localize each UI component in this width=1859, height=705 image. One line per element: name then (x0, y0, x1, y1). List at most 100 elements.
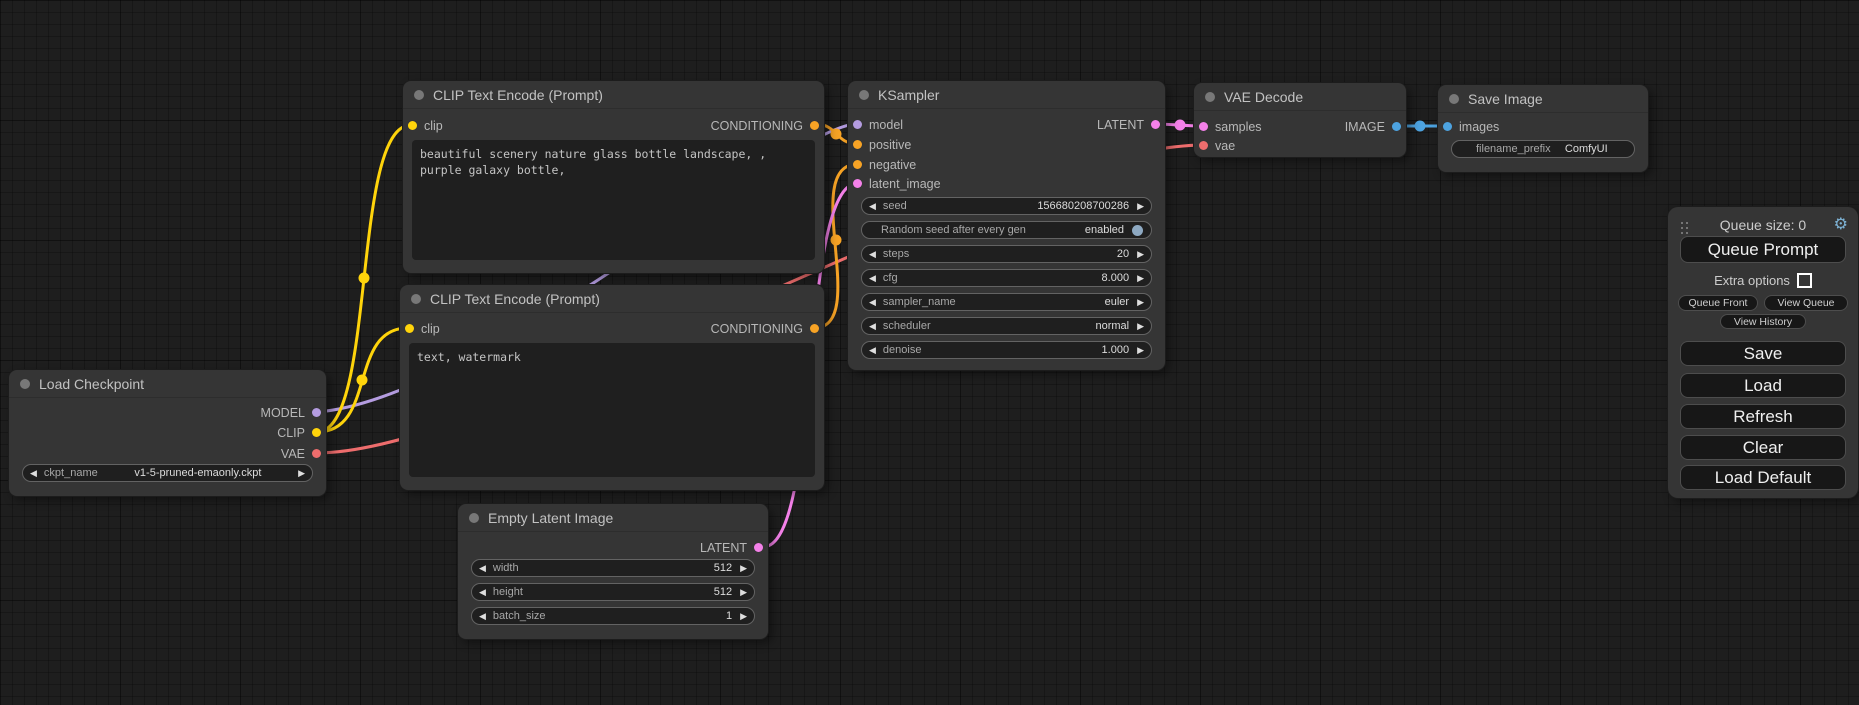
vae-port-icon[interactable] (312, 449, 321, 458)
output-slot-latent[interactable]: LATENT (1097, 115, 1165, 134)
widget-sampler-name[interactable]: ◀ sampler_name euler ▶ (861, 293, 1152, 311)
increment-arrow-icon[interactable]: ▶ (1137, 322, 1144, 331)
collapse-dot-icon[interactable] (414, 90, 424, 100)
decrement-arrow-icon[interactable]: ◀ (869, 298, 876, 307)
input-slot-images[interactable]: images (1438, 117, 1499, 136)
node-ksampler[interactable]: KSampler model positive negative latent_… (848, 81, 1165, 370)
increment-arrow-icon[interactable]: ▶ (1137, 202, 1144, 211)
increment-arrow-icon[interactable]: ▶ (740, 564, 747, 573)
collapse-dot-icon[interactable] (1205, 92, 1215, 102)
input-slot-clip[interactable]: clip (400, 319, 440, 338)
node-vae-decode[interactable]: VAE Decode samples vae IMAGE (1194, 83, 1406, 157)
widget-ckpt-name[interactable]: ◀ ckpt_name v1-5-pruned-emaonly.ckpt ▶ (22, 464, 313, 482)
latent-port-icon[interactable] (1199, 122, 1208, 131)
conditioning-port-icon[interactable] (853, 160, 862, 169)
node-title-bar[interactable]: VAE Decode (1194, 83, 1406, 111)
node-title-bar[interactable]: Load Checkpoint (9, 370, 326, 398)
output-slot-conditioning[interactable]: CONDITIONING (711, 319, 824, 338)
input-slot-model[interactable]: model (848, 115, 903, 134)
node-title-bar[interactable]: CLIP Text Encode (Prompt) (403, 81, 824, 109)
input-slot-positive[interactable]: positive (848, 135, 911, 154)
widget-batch-size[interactable]: ◀ batch_size 1 ▶ (471, 607, 755, 625)
output-slot-conditioning[interactable]: CONDITIONING (711, 116, 824, 135)
conditioning-port-icon[interactable] (853, 140, 862, 149)
latent-port-icon[interactable] (1151, 120, 1160, 129)
increment-arrow-icon[interactable]: ▶ (1137, 346, 1144, 355)
widget-filename-prefix[interactable]: filename_prefix ComfyUI (1451, 140, 1635, 158)
decrement-arrow-icon[interactable]: ◀ (869, 322, 876, 331)
output-slot-clip[interactable]: CLIP (277, 423, 326, 442)
widget-height[interactable]: ◀ height 512 ▶ (471, 583, 755, 601)
decrement-arrow-icon[interactable]: ◀ (869, 202, 876, 211)
queue-prompt-button[interactable]: Queue Prompt (1680, 236, 1846, 263)
decrement-arrow-icon[interactable]: ◀ (479, 612, 486, 621)
clip-port-icon[interactable] (312, 428, 321, 437)
model-port-icon[interactable] (312, 408, 321, 417)
node-graph-canvas[interactable]: Load Checkpoint MODEL CLIP VAE ◀ ckpt_na… (0, 0, 1859, 705)
output-slot-vae[interactable]: VAE (281, 444, 326, 463)
settings-gear-icon[interactable]: ⚙ (1834, 217, 1848, 233)
widget-cfg[interactable]: ◀ cfg 8.000 ▶ (861, 269, 1152, 287)
image-port-icon[interactable] (1392, 122, 1401, 131)
output-slot-model[interactable]: MODEL (261, 403, 326, 422)
node-title-bar[interactable]: CLIP Text Encode (Prompt) (400, 285, 824, 313)
view-queue-button[interactable]: View Queue (1764, 295, 1848, 311)
node-clip-text-encode-negative[interactable]: CLIP Text Encode (Prompt) clip CONDITION… (400, 285, 824, 490)
node-save-image[interactable]: Save Image images filename_prefix ComfyU… (1438, 85, 1648, 172)
increment-arrow-icon[interactable]: ▶ (1137, 250, 1144, 259)
toggle-knob-icon[interactable] (1132, 225, 1143, 236)
widget-scheduler[interactable]: ◀ scheduler normal ▶ (861, 317, 1152, 335)
decrement-arrow-icon[interactable]: ◀ (869, 250, 876, 259)
node-clip-text-encode-positive[interactable]: CLIP Text Encode (Prompt) clip CONDITION… (403, 81, 824, 273)
widget-steps[interactable]: ◀ steps 20 ▶ (861, 245, 1152, 263)
collapse-dot-icon[interactable] (469, 513, 479, 523)
increment-arrow-icon[interactable]: ▶ (1137, 274, 1144, 283)
collapse-dot-icon[interactable] (411, 294, 421, 304)
decrement-arrow-icon[interactable]: ◀ (479, 588, 486, 597)
image-port-icon[interactable] (1443, 122, 1452, 131)
clip-port-icon[interactable] (408, 121, 417, 130)
input-slot-latent-image[interactable]: latent_image (848, 174, 941, 193)
increment-arrow-icon[interactable]: ▶ (298, 469, 305, 478)
increment-arrow-icon[interactable]: ▶ (740, 612, 747, 621)
node-title-bar[interactable]: Empty Latent Image (458, 504, 768, 532)
vae-port-icon[interactable] (1199, 141, 1208, 150)
node-empty-latent-image[interactable]: Empty Latent Image LATENT ◀ width 512 ▶ … (458, 504, 768, 639)
node-title-bar[interactable]: Save Image (1438, 85, 1648, 113)
widget-random-seed-toggle[interactable]: Random seed after every gen enabled (861, 221, 1152, 239)
clear-button[interactable]: Clear (1680, 435, 1846, 460)
latent-port-icon[interactable] (754, 543, 763, 552)
node-title-bar[interactable]: KSampler (848, 81, 1165, 109)
widget-width[interactable]: ◀ width 512 ▶ (471, 559, 755, 577)
decrement-arrow-icon[interactable]: ◀ (479, 564, 486, 573)
latent-port-icon[interactable] (853, 179, 862, 188)
extra-options-checkbox[interactable] (1797, 273, 1812, 288)
node-load-checkpoint[interactable]: Load Checkpoint MODEL CLIP VAE ◀ ckpt_na… (9, 370, 326, 496)
prompt-text-input[interactable]: text, watermark (409, 343, 815, 477)
model-port-icon[interactable] (853, 120, 862, 129)
view-history-button[interactable]: View History (1720, 314, 1806, 329)
conditioning-port-icon[interactable] (810, 121, 819, 130)
input-slot-samples[interactable]: samples (1194, 117, 1262, 136)
widget-denoise[interactable]: ◀ denoise 1.000 ▶ (861, 341, 1152, 359)
output-slot-latent[interactable]: LATENT (700, 538, 768, 557)
load-default-button[interactable]: Load Default (1680, 465, 1846, 490)
save-button[interactable]: Save (1680, 341, 1846, 366)
input-slot-negative[interactable]: negative (848, 155, 916, 174)
queue-front-button[interactable]: Queue Front (1678, 295, 1758, 311)
load-button[interactable]: Load (1680, 373, 1846, 398)
collapse-dot-icon[interactable] (859, 90, 869, 100)
input-slot-vae[interactable]: vae (1194, 136, 1235, 155)
clip-port-icon[interactable] (405, 324, 414, 333)
prompt-text-input[interactable]: beautiful scenery nature glass bottle la… (412, 140, 815, 260)
collapse-dot-icon[interactable] (1449, 94, 1459, 104)
widget-seed[interactable]: ◀ seed 156680208700286 ▶ (861, 197, 1152, 215)
decrement-arrow-icon[interactable]: ◀ (869, 274, 876, 283)
output-slot-image[interactable]: IMAGE (1345, 117, 1406, 136)
increment-arrow-icon[interactable]: ▶ (740, 588, 747, 597)
decrement-arrow-icon[interactable]: ◀ (30, 469, 37, 478)
collapse-dot-icon[interactable] (20, 379, 30, 389)
increment-arrow-icon[interactable]: ▶ (1137, 298, 1144, 307)
decrement-arrow-icon[interactable]: ◀ (869, 346, 876, 355)
conditioning-port-icon[interactable] (810, 324, 819, 333)
